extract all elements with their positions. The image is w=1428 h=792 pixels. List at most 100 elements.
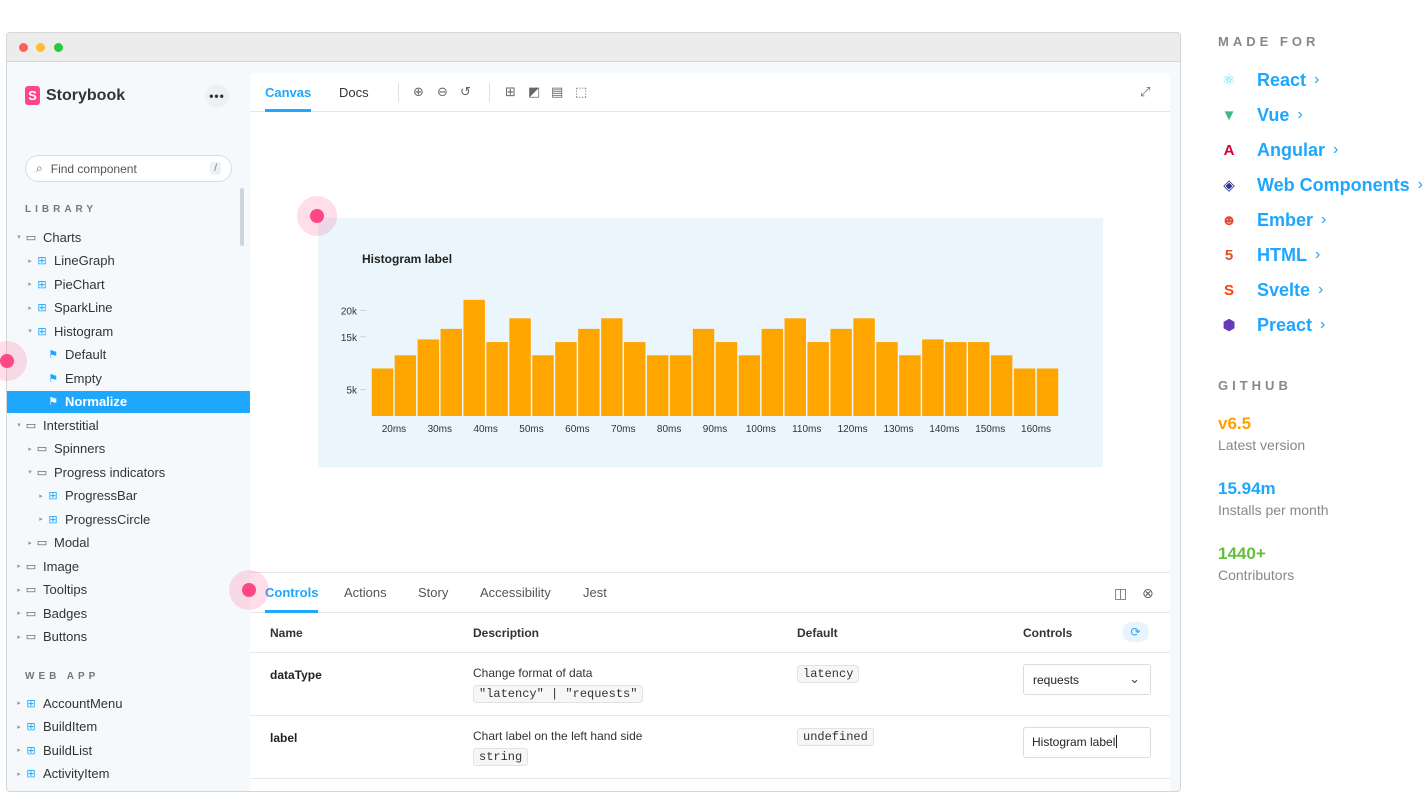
sidebar-item-tooltips[interactable]: ▸▭Tooltips [7,579,250,601]
framework-link-angular[interactable]: AAngular› [1218,136,1338,164]
stat-label: Installs per month [1218,502,1329,518]
tab-accessibility[interactable]: Accessibility [480,573,551,613]
sidebar-item-builditem[interactable]: ▸⊞BuildItem [7,716,250,738]
outline-icon[interactable]: ⬚ [575,84,587,100]
window-minimize-dot[interactable] [36,43,45,52]
zoom-in-icon[interactable]: ⊕ [413,84,424,100]
histogram-bar[interactable] [395,355,416,416]
background-icon[interactable]: ◩ [528,84,540,100]
framework-link-react[interactable]: ⚛React› [1218,66,1319,94]
histogram-bar[interactable] [785,318,806,416]
sidebar-item-progress-indicators[interactable]: ▾▭Progress indicators [7,461,250,483]
sidebar-item-sparkline[interactable]: ▸⊞SparkLine [7,297,250,319]
sidebar-item-interstitial[interactable]: ▾▭Interstitial [7,414,250,436]
caret-right-icon: ▸ [15,586,23,594]
histogram-bar[interactable] [739,355,760,416]
addons-panel: Controls Actions Story Accessibility Jes… [250,572,1170,791]
histogram-bar[interactable] [418,339,439,416]
panel-orientation-icon[interactable]: ◫ [1114,585,1127,602]
stat-label: Contributors [1218,567,1294,583]
tab-docs[interactable]: Docs [339,73,369,112]
zoom-out-icon[interactable]: ⊖ [437,84,448,100]
sidebar-item-progressbar[interactable]: ▸⊞ProgressBar [7,485,250,507]
histogram-bar[interactable] [486,342,507,416]
grid-icon[interactable]: ⊞ [505,84,516,100]
reset-controls-button[interactable]: ⟳ [1122,622,1149,642]
sidebar-item-histogram[interactable]: ▾⊞Histogram [7,320,250,342]
x-tick-label: 60ms [565,424,589,435]
fullscreen-icon[interactable]: ⤢ [1140,84,1150,100]
histogram-bar[interactable] [991,355,1012,416]
histogram-bar[interactable] [578,329,599,416]
sidebar-item-modal[interactable]: ▸▭Modal [7,532,250,554]
histogram-bar[interactable] [945,342,966,416]
histogram-bar[interactable] [922,339,943,416]
sidebar-item-default[interactable]: ⚑Default [7,344,250,366]
histogram-bar[interactable] [441,329,462,416]
histogram-bar[interactable] [670,355,691,416]
sidebar-item-accountmenu[interactable]: ▸⊞AccountMenu [7,692,250,714]
framework-link-html[interactable]: 5HTML› [1218,241,1320,269]
folder-icon: ▭ [23,231,39,244]
viewport-icon[interactable]: ▤ [551,84,563,100]
histogram-bar[interactable] [716,342,737,416]
tab-canvas[interactable]: Canvas [265,73,311,112]
sidebar-item-spinners[interactable]: ▸▭Spinners [7,438,250,460]
histogram-bar[interactable] [601,318,622,416]
window-maximize-dot[interactable] [54,43,63,52]
react-icon: ⚛ [1218,69,1240,91]
tab-controls[interactable]: Controls [265,573,318,613]
close-panel-icon[interactable]: ⊗ [1142,585,1154,602]
more-options-button[interactable]: ••• [205,84,229,108]
histogram-bar[interactable] [830,329,851,416]
histogram-bar[interactable] [647,355,668,416]
datatype-select[interactable]: requests ⌄ [1023,664,1151,695]
sidebar-item-normalize[interactable]: ⚑Normalize [7,391,250,413]
histogram-bar[interactable] [853,318,874,416]
histogram-bar[interactable] [899,355,920,416]
histogram-bar[interactable] [555,342,576,416]
tab-jest[interactable]: Jest [583,573,607,613]
sidebar-item-image[interactable]: ▸▭Image [7,555,250,577]
histogram-bar[interactable] [372,368,393,416]
sidebar-item-activityitem[interactable]: ▸⊞ActivityItem [7,763,250,785]
histogram-bar[interactable] [762,329,783,416]
sidebar-item-badges[interactable]: ▸▭Badges [7,602,250,624]
sidebar-item-piechart[interactable]: ▸⊞PieChart [7,273,250,295]
framework-label: Web Components [1257,175,1410,196]
histogram-bar[interactable] [1014,368,1035,416]
histogram-bar[interactable] [807,342,828,416]
framework-link-web-components[interactable]: ◈Web Components› [1218,171,1423,199]
sidebar-item-label: Modal [54,535,89,550]
sidebar-item-charts[interactable]: ▾▭Charts [7,226,250,248]
histogram-bar[interactable] [968,342,989,416]
tab-story[interactable]: Story [418,573,448,613]
window-close-dot[interactable] [19,43,28,52]
storybook-brand[interactable]: S Storybook [25,86,125,105]
histogram-bar[interactable] [1037,368,1058,416]
sidebar-item-linegraph[interactable]: ▸⊞LineGraph [7,250,250,272]
sidebar-item-activitylist[interactable]: ▸⊞ActivityList [7,786,250,792]
tab-actions[interactable]: Actions [344,573,387,613]
folder-icon: ▭ [23,419,39,432]
sidebar-item-buildlist[interactable]: ▸⊞BuildList [7,739,250,761]
label-text-input[interactable]: Histogram label [1023,727,1151,758]
sidebar-item-progresscircle[interactable]: ▸⊞ProgressCircle [7,508,250,530]
histogram-bar[interactable] [693,329,714,416]
histogram-bar[interactable] [463,300,484,416]
sidebar-item-buttons[interactable]: ▸▭Buttons [7,626,250,648]
caret-right-icon: ▸ [26,539,34,547]
arg-name: dataType [270,668,322,682]
framework-link-ember[interactable]: ☻Ember› [1218,206,1326,234]
framework-link-preact[interactable]: ⬢Preact› [1218,311,1325,339]
histogram-bar[interactable] [624,342,645,416]
framework-link-vue[interactable]: ▼Vue› [1218,101,1303,129]
zoom-reset-icon[interactable]: ↺ [460,84,471,100]
framework-link-svelte[interactable]: SSvelte› [1218,276,1323,304]
sidebar-item-empty[interactable]: ⚑Empty [7,367,250,389]
search-input[interactable]: ⌕ Find component / [25,155,232,182]
histogram-bar[interactable] [876,342,897,416]
histogram-bar[interactable] [509,318,530,416]
panel-tabs: Controls Actions Story Accessibility Jes… [250,573,1170,613]
histogram-bar[interactable] [532,355,553,416]
